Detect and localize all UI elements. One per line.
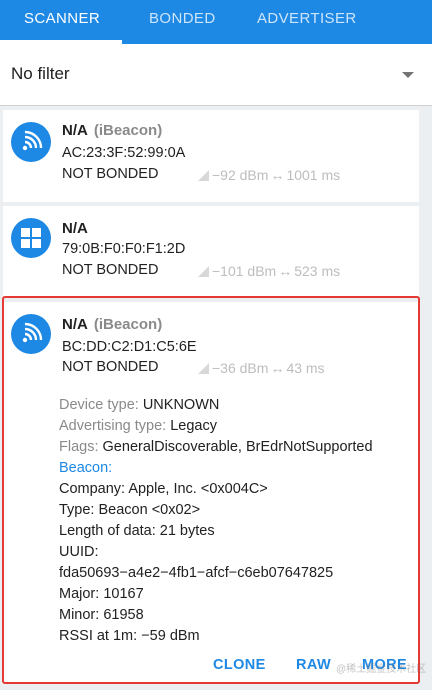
device-address: 79:0B:F0:F0:F1:2D (62, 241, 186, 257)
bond-state: NOT BONDED (62, 262, 159, 278)
bluetooth-signal-icon (11, 122, 51, 162)
device-display-name: (iBeacon) (93, 122, 163, 139)
tab-bar: SCANNER BONDED ADVERTISER (0, 0, 432, 44)
interval-arrows-icon: ↔ (278, 263, 293, 279)
signal-strength-icon (198, 266, 209, 277)
interval-value: 1001 ms (286, 167, 341, 183)
interval-value: 523 ms (294, 263, 341, 279)
tab-advertiser[interactable]: ADVERTISER (257, 0, 357, 44)
device-name: N/A (62, 220, 88, 237)
rssi-value: −101 dBm (212, 263, 277, 279)
windows-icon (11, 218, 51, 258)
tab-bonded[interactable]: BONDED (149, 0, 216, 44)
device-card[interactable]: N/A 79:0B:F0:F0:F1:2D NOT BONDED −101 dB… (3, 206, 419, 296)
device-name-row: N/A (iBeacon) (62, 122, 162, 139)
rssi-info: −92 dBm ↔ 1001 ms (198, 167, 340, 183)
filter-label: No filter (11, 64, 70, 83)
highlight-frame (2, 296, 420, 684)
device-card[interactable]: N/A (iBeacon) AC:23:3F:52:99:0A NOT BONDE… (3, 110, 419, 202)
rssi-info: −101 dBm ↔ 523 ms (198, 263, 340, 279)
filter-dropdown[interactable]: No filter (0, 44, 432, 106)
watermark: @稀土掘金技术社区 (336, 664, 427, 675)
tab-scanner[interactable]: SCANNER (24, 0, 100, 44)
dropdown-arrow-icon (402, 72, 414, 78)
device-name: N/A (62, 122, 88, 139)
rssi-value: −92 dBm (212, 167, 269, 183)
device-address: AC:23:3F:52:99:0A (62, 145, 186, 161)
signal-strength-icon (198, 170, 209, 181)
device-name-row: N/A (62, 220, 88, 237)
interval-arrows-icon: ↔ (270, 167, 285, 183)
bond-state: NOT BONDED (62, 166, 159, 182)
